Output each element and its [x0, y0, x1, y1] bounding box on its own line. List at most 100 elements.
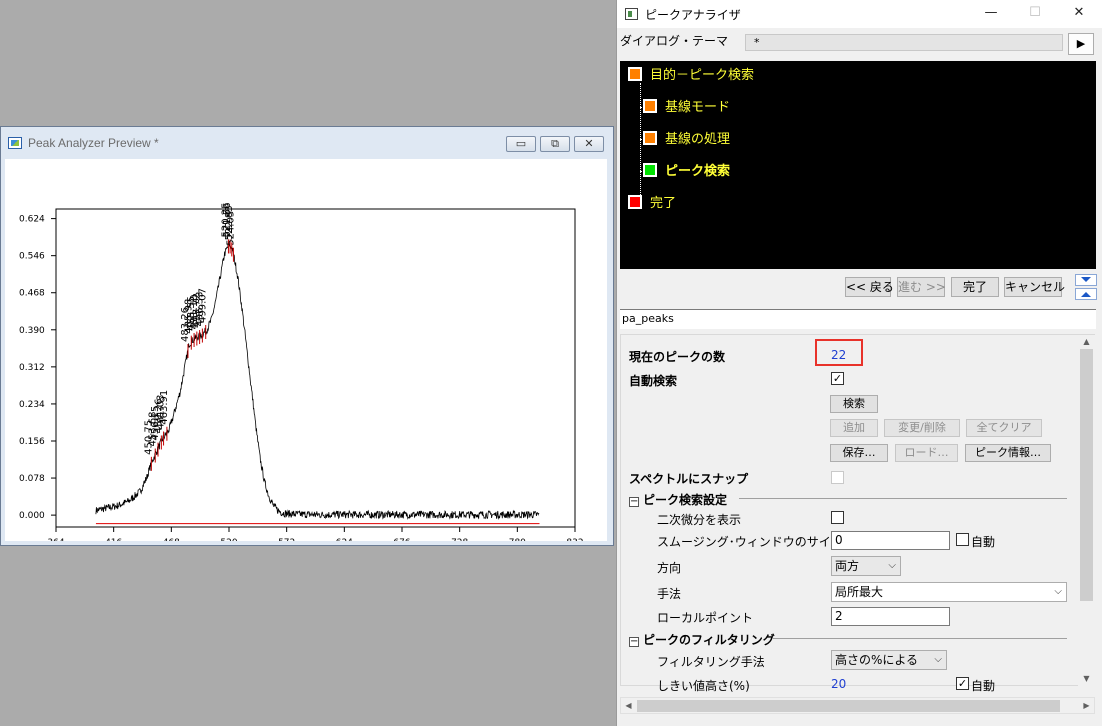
y-tick-label: 0.312: [19, 363, 45, 373]
filter-method-value: 高さの%による: [835, 653, 919, 667]
wizard-node-label: 基線モード: [665, 100, 731, 115]
dialog-close-button[interactable]: ✕: [1057, 2, 1101, 26]
threshold-auto-checkbox[interactable]: ✓: [956, 677, 969, 690]
wizard-node-marker: [643, 163, 657, 177]
wizard-node-marker: [628, 195, 642, 209]
wizard-map: 目的－ピーク検索 基線モード 基線の処理 ピーク検索 完了: [620, 61, 1096, 269]
wizard-node-marker: [628, 67, 642, 81]
method-value: 局所最大: [835, 585, 884, 599]
scroll-left-icon[interactable]: ◀: [621, 698, 636, 713]
plot-frame: [55, 208, 576, 528]
expand-up-button[interactable]: [1075, 288, 1097, 300]
preview-titlebar[interactable]: Peak Analyzer Preview * ▭ ⧉ ✕: [1, 127, 613, 159]
wizard-node-find-peaks[interactable]: ピーク検索: [643, 163, 730, 183]
x-tick-label: 676: [393, 538, 410, 541]
minimize-button[interactable]: ▭: [506, 136, 536, 152]
wizard-node-baseline-mode[interactable]: 基線モード: [643, 99, 730, 119]
smoothing-window-label: スムージング･ウィンドウのサイズ: [657, 535, 843, 549]
auto-find-checkbox[interactable]: ✓: [831, 372, 844, 385]
scroll-right-icon[interactable]: ▶: [1079, 698, 1094, 713]
x-tick-label: 780: [509, 538, 526, 541]
preview-title: Peak Analyzer Preview *: [28, 136, 159, 150]
auto-find-label: 自動検索: [629, 374, 678, 388]
next-button[interactable]: 進む >>: [897, 277, 946, 297]
horizontal-scroll-thumb[interactable]: [637, 700, 1060, 712]
y-tick-label: 0.546: [19, 252, 45, 262]
local-points-input[interactable]: 2: [831, 607, 950, 626]
smoothing-window-input[interactable]: 0: [831, 531, 950, 550]
threshold-height-label: しきい値高さ(%): [657, 679, 750, 693]
snap-label: スペクトルにスナップ: [629, 472, 749, 486]
find-button[interactable]: 検索: [830, 395, 878, 413]
direction-dropdown[interactable]: 両方 ⌵: [831, 556, 901, 576]
add-button[interactable]: 追加: [830, 419, 878, 437]
smoothing-auto-checkbox[interactable]: [956, 533, 969, 546]
dialog-minimize-button[interactable]: —: [969, 2, 1013, 26]
scroll-down-icon[interactable]: ▼: [1078, 672, 1095, 686]
group-title: ピーク検索設定: [643, 493, 728, 507]
y-tick-label: 0.000: [19, 511, 45, 521]
peak-info-button[interactable]: ピーク情報…: [965, 444, 1051, 462]
smoothing-auto-label: 自動: [971, 535, 996, 549]
theme-menu-button[interactable]: ▶: [1068, 33, 1094, 55]
theme-label: ダイアログ・テーマ: [620, 34, 729, 48]
close-button[interactable]: ✕: [574, 136, 604, 152]
plot-area[interactable]: 364 416 468 520 572 624 676 728 780 832 0.000 0.078…: [5, 159, 607, 541]
cancel-button[interactable]: キャンセル: [1004, 277, 1065, 297]
wizard-node-label: 完了: [650, 196, 677, 211]
finish-button[interactable]: 完了: [951, 277, 999, 297]
y-tick-label: 0.468: [19, 289, 45, 299]
y-tick-label: 0.156: [19, 437, 45, 447]
method-label: 手法: [657, 587, 682, 601]
wizard-node-baseline-treatment[interactable]: 基線の処理: [643, 131, 730, 151]
dialog-maximize-button[interactable]: ☐: [1013, 2, 1057, 26]
x-tick-label: 728: [451, 538, 468, 541]
collapse-icon[interactable]: −: [629, 497, 639, 507]
group-peak-filtering[interactable]: − ピークのフィルタリング: [629, 631, 775, 648]
vertical-scrollbar[interactable]: ▲ ▼: [1078, 335, 1095, 686]
local-points-label: ローカルポイント: [657, 611, 754, 625]
method-dropdown[interactable]: 局所最大 ⌵: [831, 582, 1067, 602]
chevron-down-icon: ⌵: [934, 654, 942, 665]
x-tick-label: 364: [47, 538, 64, 541]
group-divider: [773, 638, 1067, 639]
section-name: pa_peaks: [620, 309, 1096, 329]
wizard-node-marker: [643, 99, 657, 113]
vertical-scroll-thumb[interactable]: [1080, 349, 1093, 601]
property-grid: 現在のピークの数 22 自動検索 ✓ 検索 追加 変更/削除 全てクリア 保存……: [620, 334, 1095, 693]
filter-method-dropdown[interactable]: 高さの%による ⌵: [831, 650, 947, 670]
load-button[interactable]: ロード…: [895, 444, 958, 462]
back-button[interactable]: << 戻る: [845, 277, 894, 297]
wizard-node-finish[interactable]: 完了: [628, 195, 676, 215]
x-tick-label: 832: [566, 538, 583, 541]
wizard-tree-line: [640, 83, 641, 199]
restore-button[interactable]: ⧉: [540, 136, 570, 152]
horizontal-scrollbar[interactable]: ◀ ▶: [620, 697, 1095, 714]
y-tick-label: 0.624: [19, 215, 45, 225]
scroll-up-icon[interactable]: ▲: [1078, 335, 1095, 349]
collapse-icon[interactable]: −: [629, 637, 639, 647]
filter-method-label: フィルタリング手法: [657, 655, 765, 669]
modify-delete-button[interactable]: 変更/削除: [884, 419, 960, 437]
clear-all-button[interactable]: 全てクリア: [966, 419, 1042, 437]
snap-checkbox[interactable]: [831, 471, 844, 484]
group-find-settings[interactable]: − ピーク検索設定: [629, 491, 727, 508]
peak-label: 499.07: [198, 288, 209, 323]
chevron-down-icon: ⌵: [1054, 586, 1062, 597]
spectrum-chart: 364 416 468 520 572 624 676 728 780 832 0.000 0.078…: [19, 202, 584, 541]
y-tick-label: 0.078: [19, 474, 45, 484]
collapse-down-button[interactable]: [1075, 274, 1097, 286]
wizard-node-goal[interactable]: 目的－ピーク検索: [628, 67, 754, 87]
group-divider: [739, 498, 1067, 499]
show-2nd-derivative-checkbox[interactable]: [831, 511, 844, 524]
peak-analyzer-dialog: ピークアナライザ — ☐ ✕ ダイアログ・テーマ * ▶ 目的－ピーク検索 基線…: [616, 0, 1102, 726]
threshold-auto-label: 自動: [971, 679, 996, 693]
dialog-app-icon: [625, 8, 638, 20]
peak-label: 524.05: [225, 211, 236, 246]
y-tick-label: 0.390: [19, 326, 45, 336]
wizard-node-label: ピーク検索: [665, 164, 731, 179]
theme-field[interactable]: *: [745, 34, 1063, 51]
wizard-node-label: 基線の処理: [665, 132, 731, 147]
save-button[interactable]: 保存…: [830, 444, 888, 462]
dialog-titlebar[interactable]: ピークアナライザ — ☐ ✕: [617, 0, 1102, 28]
